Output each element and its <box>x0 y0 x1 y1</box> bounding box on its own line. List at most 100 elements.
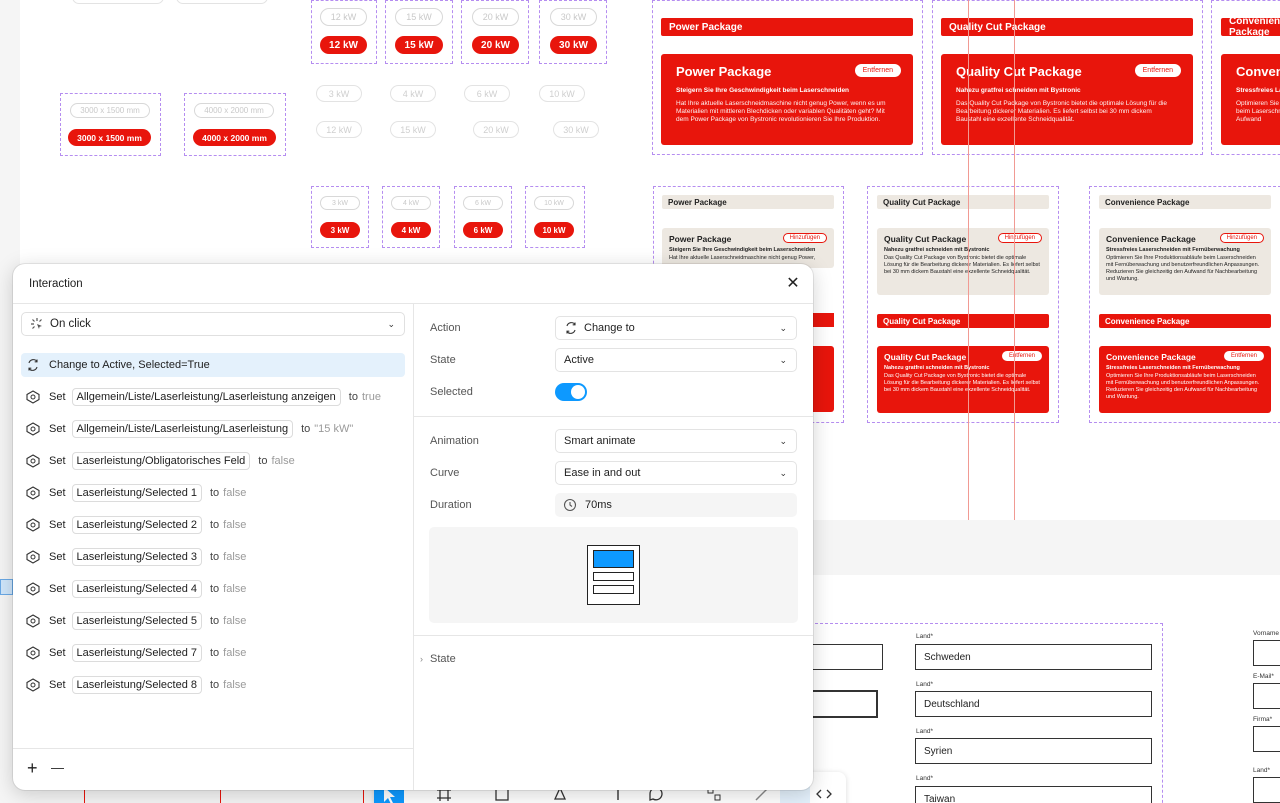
card-title: Convenience Package <box>1236 64 1280 79</box>
variable-icon <box>26 550 40 564</box>
selected-toggle[interactable] <box>555 383 587 401</box>
card-text: Das Quality Cut Package von Bystronic bi… <box>884 255 1040 275</box>
country-field[interactable]: Syrien <box>915 738 1152 764</box>
power-pill-outline[interactable]: 20 kW <box>472 8 519 26</box>
action-dropdown[interactable]: Change to ⌄ <box>555 316 797 340</box>
small-pill-red[interactable]: 4 kW <box>391 222 431 238</box>
ghost-pill: 30 kW <box>553 121 599 138</box>
action-row-set[interactable]: Set Laserleistung/Selected 7 to false <box>21 641 405 665</box>
add-button[interactable]: Hinzufügen <box>782 233 827 243</box>
add-button[interactable]: Hinzufügen <box>997 233 1042 243</box>
value-text[interactable]: true <box>362 391 381 403</box>
power-pill-red[interactable]: 12 kW <box>320 36 367 54</box>
small-pill-outline[interactable]: 6 kW <box>463 196 503 210</box>
variable-chip[interactable]: Laserleistung/Obligatorisches Feld <box>71 452 251 470</box>
package-card-small[interactable]: Quality Cut Package Hinzufügen Nahezu gr… <box>877 228 1049 295</box>
format-pill-red[interactable]: 3000 x 1500 mm <box>68 129 151 146</box>
remove-button[interactable]: Entfernen <box>1001 351 1042 361</box>
value-text[interactable]: false <box>223 679 246 691</box>
action-row-set[interactable]: Set Allgemein/Liste/Laserleistung/Laserl… <box>21 385 405 409</box>
remove-action-button[interactable]: — <box>51 761 64 775</box>
input-field-partial[interactable] <box>1253 683 1280 709</box>
small-pill-outline[interactable]: 4 kW <box>391 196 431 210</box>
variable-icon <box>26 582 40 596</box>
small-pill-red[interactable]: 3 kW <box>320 222 360 238</box>
actions-column: On click ⌄ Change to Active, Selected=Tr… <box>13 304 414 790</box>
input-field-partial[interactable] <box>1253 640 1280 666</box>
frame-marker-icon[interactable] <box>0 579 13 595</box>
package-bar: Quality Cut Package <box>877 314 1049 328</box>
power-pill-red[interactable]: 15 kW <box>395 36 443 54</box>
variable-chip[interactable]: Allgemein/Liste/Laserleistung/Laserleist… <box>71 420 294 438</box>
value-text[interactable]: false <box>223 551 246 563</box>
value-text[interactable]: false <box>223 647 246 659</box>
package-card-small-active[interactable]: Quality Cut Package Entfernen Nahezu gra… <box>877 346 1049 413</box>
variable-chip[interactable]: Laserleistung/Selected 2 <box>71 516 202 534</box>
power-pill-outline[interactable]: 30 kW <box>550 8 597 26</box>
state-section-header[interactable]: State <box>430 653 456 665</box>
format-pill-outline[interactable]: 3000 x 1500 mm <box>70 103 150 118</box>
set-verb: Set <box>49 615 66 627</box>
value-text[interactable]: false <box>223 615 246 627</box>
variable-chip[interactable]: Laserleistung/Selected 3 <box>71 548 202 566</box>
package-card-small[interactable]: Power Package Hinzufügen Steigern Sie Ih… <box>662 228 834 268</box>
input-field-partial[interactable] <box>1253 777 1280 803</box>
remove-button[interactable]: Entfernen <box>854 64 901 77</box>
variable-chip[interactable]: Laserleistung/Selected 4 <box>71 580 202 598</box>
package-card-power[interactable]: Power Package Entfernen Steigern Sie Ihr… <box>661 54 913 145</box>
format-pill-red[interactable]: 4000 x 2000 mm <box>193 129 276 146</box>
action-row-set[interactable]: Set Laserleistung/Selected 4 to false <box>21 577 405 601</box>
country-field[interactable]: Taiwan <box>915 786 1152 803</box>
curve-dropdown[interactable]: Ease in and out ⌄ <box>555 461 797 485</box>
power-pill-outline[interactable]: 12 kW <box>320 8 367 26</box>
value-text[interactable]: false <box>271 455 294 467</box>
variable-chip[interactable]: Laserleistung/Selected 7 <box>71 644 202 662</box>
small-pill-outline[interactable]: 3 kW <box>320 196 360 210</box>
code-icon[interactable] <box>816 786 832 802</box>
small-pill-red[interactable]: 6 kW <box>463 222 503 238</box>
action-row-set[interactable]: Set Laserleistung/Obligatorisches Feld t… <box>21 449 405 473</box>
value-text[interactable]: false <box>223 583 246 595</box>
state-dropdown[interactable]: Active ⌄ <box>555 348 797 372</box>
country-field[interactable]: Schweden <box>915 644 1152 670</box>
package-card-quality[interactable]: Quality Cut Package Entfernen Nahezu gra… <box>941 54 1193 145</box>
action-row-set[interactable]: Set Allgemein/Liste/Laserleistung/Laserl… <box>21 417 405 441</box>
power-pill-red[interactable]: 30 kW <box>550 36 597 54</box>
action-row-set[interactable]: Set Laserleistung/Selected 1 to false <box>21 481 405 505</box>
variable-chip[interactable]: Laserleistung/Selected 1 <box>71 484 202 502</box>
action-row-set[interactable]: Set Laserleistung/Selected 3 to false <box>21 545 405 569</box>
small-pill-red[interactable]: 10 kW <box>534 222 574 238</box>
add-button[interactable]: Hinzufügen <box>1219 233 1264 243</box>
chevron-right-icon[interactable]: › <box>420 654 423 664</box>
input-field-partial[interactable] <box>1253 726 1280 752</box>
action-row-change[interactable]: Change to Active, Selected=True <box>21 353 405 377</box>
card-subtitle: Nahezu gratfrei schneiden mit Bystronic <box>884 365 990 371</box>
animation-dropdown[interactable]: Smart animate ⌄ <box>555 429 797 453</box>
package-card-convenience[interactable]: Convenience Package Stressfreies Las Opt… <box>1221 54 1280 145</box>
variable-chip[interactable]: Allgemein/Liste/Laserleistung/Laserleist… <box>71 388 341 406</box>
duration-input[interactable]: 70ms <box>555 493 797 517</box>
small-pill-outline[interactable]: 10 kW <box>534 196 574 210</box>
close-icon[interactable]: ✕ <box>785 276 801 292</box>
remove-button[interactable]: Entfernen <box>1223 351 1264 361</box>
value-text[interactable]: "15 kW" <box>314 423 353 435</box>
action-label: Action <box>430 322 461 334</box>
trigger-dropdown[interactable]: On click ⌄ <box>21 312 405 336</box>
action-row-set[interactable]: Set Laserleistung/Selected 8 to false <box>21 673 405 697</box>
to-label: to <box>209 487 220 499</box>
value-text[interactable]: false <box>223 519 246 531</box>
package-card-small[interactable]: Convenience Package Hinzufügen Stressfre… <box>1099 228 1271 295</box>
package-card-small-active[interactable]: Convenience Package Entfernen Stressfrei… <box>1099 346 1271 413</box>
variable-chip[interactable]: Laserleistung/Selected 5 <box>71 612 202 630</box>
add-action-button[interactable]: + <box>27 759 38 777</box>
format-pill-outline[interactable]: 4000 x 2000 mm <box>194 103 274 118</box>
preview-block <box>593 585 634 594</box>
variable-chip[interactable]: Laserleistung/Selected 8 <box>71 676 202 694</box>
action-row-set[interactable]: Set Laserleistung/Selected 2 to false <box>21 513 405 537</box>
power-pill-red[interactable]: 20 kW <box>472 36 519 54</box>
remove-button[interactable]: Entfernen <box>1134 64 1181 77</box>
action-row-set[interactable]: Set Laserleistung/Selected 5 to false <box>21 609 405 633</box>
country-field[interactable]: Deutschland <box>915 691 1152 717</box>
value-text[interactable]: false <box>223 487 246 499</box>
power-pill-outline[interactable]: 15 kW <box>395 8 443 26</box>
